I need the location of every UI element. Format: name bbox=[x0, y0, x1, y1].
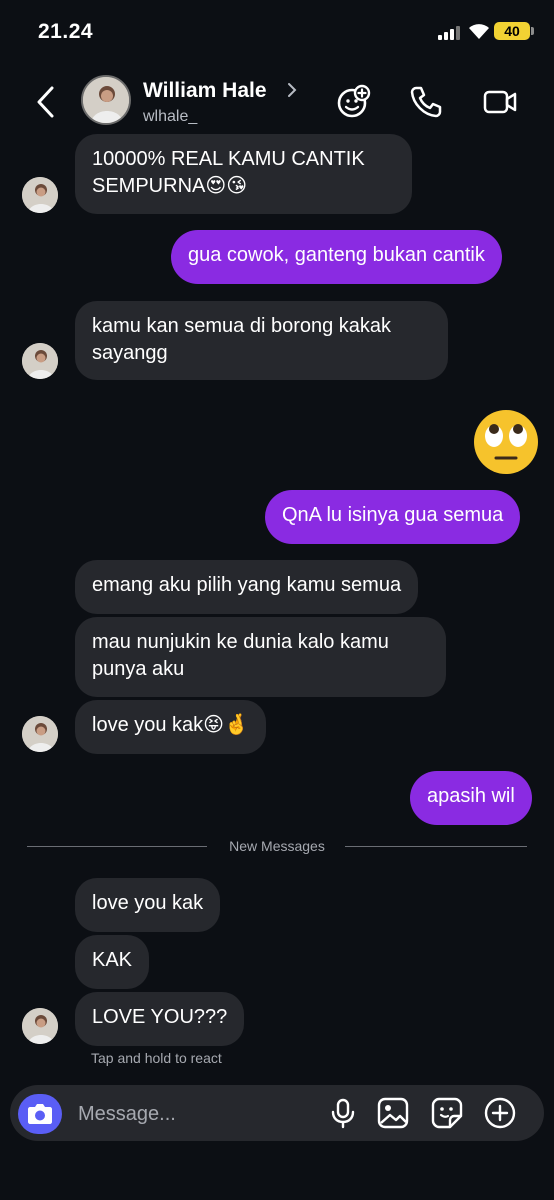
camera-icon bbox=[28, 1104, 52, 1124]
message-bubble-incoming[interactable]: KAK bbox=[75, 935, 150, 989]
status-time: 21.24 bbox=[38, 20, 94, 43]
message-bubble-outgoing[interactable]: QnA lu isinya gua semua bbox=[265, 490, 521, 544]
voice-message-button[interactable] bbox=[326, 1096, 360, 1130]
image-icon bbox=[377, 1097, 409, 1129]
sticker-icon bbox=[431, 1097, 463, 1129]
audio-call-button[interactable] bbox=[408, 84, 444, 120]
battery-tip bbox=[531, 27, 534, 35]
more-options-button[interactable] bbox=[483, 1096, 517, 1130]
microphone-icon bbox=[331, 1098, 355, 1129]
plus-circle-icon bbox=[484, 1097, 516, 1129]
eye-roll-emoji[interactable] bbox=[472, 408, 540, 476]
phone-icon bbox=[410, 86, 442, 118]
sender-avatar[interactable] bbox=[22, 716, 58, 752]
wifi-icon bbox=[468, 22, 490, 40]
gallery-button[interactable] bbox=[376, 1096, 410, 1130]
back-button[interactable] bbox=[30, 84, 64, 120]
message-bubble-incoming[interactable]: emang aku pilih yang kamu semua bbox=[75, 560, 419, 614]
contact-name[interactable]: William Hale bbox=[143, 79, 267, 103]
chevron-left-icon bbox=[37, 86, 54, 118]
new-messages-divider: New Messages bbox=[27, 838, 527, 854]
message-bubble-incoming[interactable]: 10000% REAL KAMU CANTIK SEMPURNA😍😘 bbox=[75, 134, 412, 214]
divider-label: New Messages bbox=[229, 838, 325, 854]
add-people-button[interactable] bbox=[335, 84, 371, 120]
react-hint: Tap and hold to react bbox=[91, 1050, 222, 1066]
message-bubble-outgoing[interactable]: gua cowok, ganteng bukan cantik bbox=[171, 230, 502, 284]
camera-button[interactable] bbox=[18, 1094, 62, 1134]
message-bubble-incoming[interactable]: LOVE YOU??? bbox=[75, 992, 245, 1046]
message-bubble-incoming[interactable]: kamu kan semua di borong kakak sayangg bbox=[75, 301, 448, 380]
contact-handle[interactable]: wlhale_ bbox=[143, 108, 197, 126]
sticker-button[interactable] bbox=[430, 1096, 464, 1130]
video-camera-icon bbox=[483, 90, 517, 114]
sender-avatar[interactable] bbox=[22, 343, 58, 379]
message-bubble-outgoing[interactable]: apasih wil bbox=[410, 771, 532, 825]
message-bubble-incoming[interactable]: love you kak😝🤞 bbox=[75, 700, 266, 754]
contact-avatar[interactable] bbox=[81, 75, 131, 125]
add-people-icon bbox=[337, 84, 371, 118]
message-bubble-incoming[interactable]: mau nunjukin ke dunia kalo kamu punya ak… bbox=[75, 617, 446, 697]
sender-avatar[interactable] bbox=[22, 1008, 58, 1044]
cellular-signal-icon bbox=[438, 26, 460, 40]
message-input[interactable] bbox=[76, 1092, 320, 1136]
battery-indicator: 40 bbox=[494, 22, 530, 40]
message-bubble-incoming[interactable]: love you kak bbox=[75, 878, 221, 932]
sender-avatar[interactable] bbox=[22, 177, 58, 213]
chevron-right-icon[interactable] bbox=[286, 81, 298, 99]
video-call-button[interactable] bbox=[482, 84, 518, 120]
